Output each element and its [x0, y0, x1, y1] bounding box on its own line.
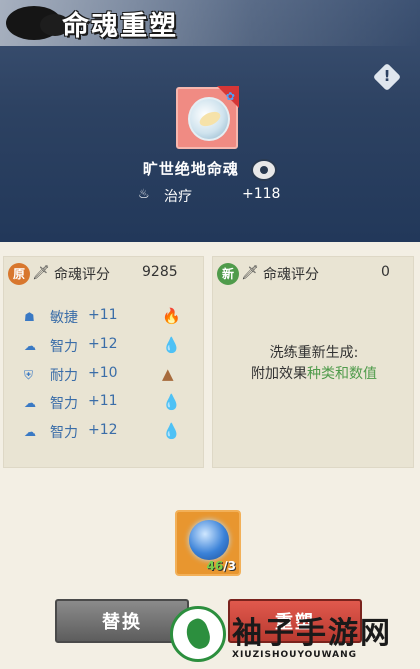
- new-badge: 新: [217, 263, 239, 285]
- exclamation-icon: !: [383, 67, 391, 85]
- watermark-text: 袖子手游网: [232, 616, 392, 651]
- soul-name: 旷世绝地命魂: [142, 160, 239, 178]
- mountain-icon: ▲: [162, 365, 174, 383]
- attribute-value: +12: [88, 336, 118, 352]
- header-panel: 命魂重塑 ! ✿ 旷世绝地命魂 ♨ 治疗 +118: [0, 0, 420, 242]
- reroll-highlight: 种类和数值: [307, 366, 377, 382]
- water-drop-icon: 💧: [162, 393, 181, 411]
- reroll-line-2: 附加效果种类和数值: [213, 364, 415, 385]
- attribute-value: +11: [88, 393, 118, 409]
- reroll-line-2-prefix: 附加效果: [251, 366, 307, 382]
- water-drop-icon: 💧: [162, 336, 181, 354]
- swap-button[interactable]: 替换: [55, 599, 189, 643]
- material-have: 46: [206, 559, 224, 573]
- attribute-value: +12: [88, 422, 118, 438]
- attribute-row: ☁ 智力 +12 💧: [20, 336, 200, 360]
- material-count: 46/3: [207, 559, 236, 573]
- attribute-row: ☗ 敏捷 +11 🔥: [20, 307, 200, 331]
- hint-button[interactable]: !: [372, 62, 402, 92]
- title-bar: 命魂重塑: [0, 0, 240, 46]
- attribute-row: ☁ 智力 +12 💧: [20, 422, 200, 446]
- soul-gem-icon: [188, 97, 230, 141]
- watermark-logo-icon: [170, 606, 226, 662]
- attribute-row: ☁ 智力 +11 💧: [20, 393, 200, 417]
- brain-icon: ☁: [24, 396, 36, 410]
- attribute-label: 智力: [50, 339, 78, 355]
- water-drop-icon: 💧: [162, 422, 181, 440]
- flower-icon: ✿: [225, 90, 235, 103]
- sword-icon: 🗡: [32, 265, 50, 281]
- attribute-row: ⛨ 耐力 +10 ▲: [20, 365, 200, 389]
- material-need: 3: [227, 559, 236, 573]
- soul-name-row: 旷世绝地命魂: [0, 158, 420, 181]
- heal-icon: ♨: [138, 187, 150, 202]
- reroll-line-1: 洗练重新生成:: [269, 345, 359, 361]
- watermark: 袖子手游网 XIUZISHOUYOUWANG: [170, 604, 420, 666]
- original-score-value: 9285: [142, 264, 178, 280]
- soul-item-card[interactable]: ✿: [176, 86, 239, 149]
- reroll-description: 洗练重新生成: 附加效果种类和数值: [213, 343, 415, 385]
- brain-icon: ☁: [24, 339, 36, 353]
- shield-icon: ⛨: [24, 368, 34, 382]
- agility-icon: ☗: [24, 310, 35, 324]
- attribute-value: +10: [88, 365, 118, 381]
- attribute-value: +11: [88, 307, 118, 323]
- original-badge: 原: [8, 263, 30, 285]
- brain-icon: ☁: [24, 425, 36, 439]
- sword-icon: 🗡: [241, 265, 259, 281]
- attribute-label: 智力: [50, 425, 78, 441]
- eye-icon[interactable]: [251, 158, 278, 181]
- reroll-material-item[interactable]: 46/3: [175, 510, 241, 576]
- fire-icon: 🔥: [162, 307, 181, 325]
- new-panel: 新 🗡 命魂评分 0 洗练重新生成: 附加效果种类和数值: [212, 256, 414, 468]
- original-score-label: 命魂评分: [54, 267, 110, 283]
- watermark-subtext: XIUZISHOUYOUWANG: [232, 650, 358, 660]
- attribute-label: 敏捷: [50, 310, 78, 326]
- blue-orb-icon: [189, 520, 229, 560]
- attribute-label: 耐力: [50, 368, 78, 384]
- new-score-value: 0: [381, 264, 390, 280]
- soul-stat-value: +118: [242, 186, 281, 202]
- new-score-label: 命魂评分: [263, 267, 319, 283]
- original-panel: 原 🗡 命魂评分 9285 ☗ 敏捷 +11 🔥 ☁ 智力 +12 💧 ⛨ 耐力…: [3, 256, 204, 468]
- attribute-label: 智力: [50, 396, 78, 412]
- page-title: 命魂重塑: [62, 11, 178, 42]
- soul-stat-label: 治疗: [164, 189, 192, 205]
